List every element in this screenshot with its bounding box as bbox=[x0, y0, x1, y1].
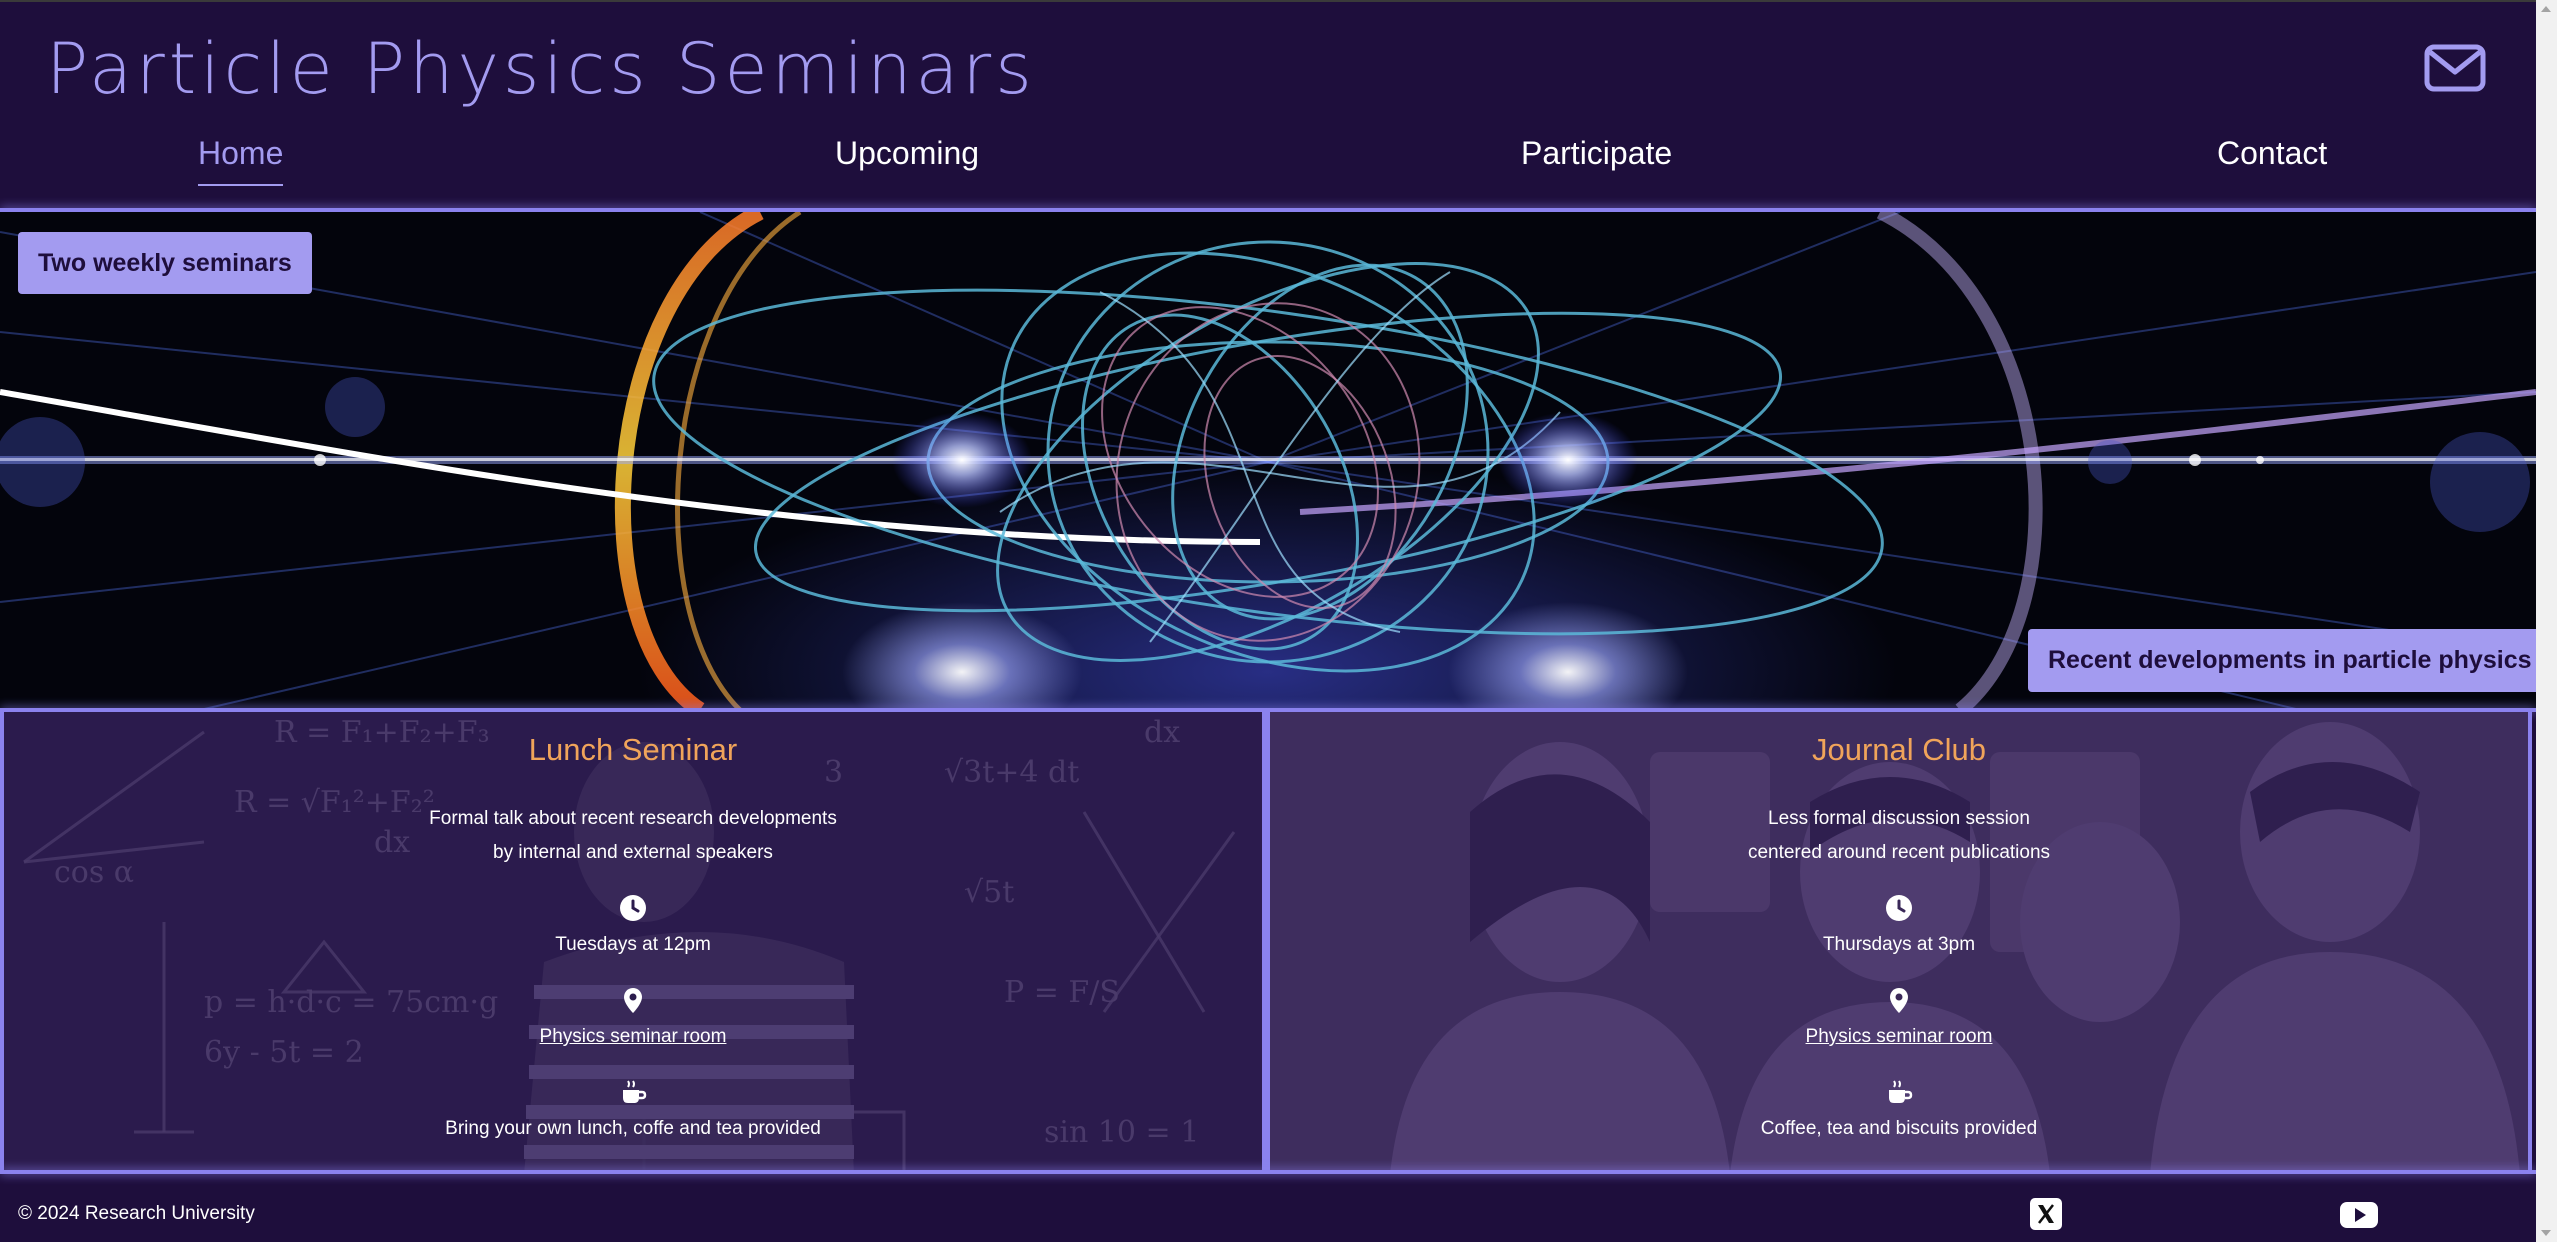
main-nav: Home Upcoming Participate Contact bbox=[0, 135, 2536, 195]
journal-club-description-line1: Less formal discussion session bbox=[1768, 808, 2030, 829]
x-twitter-icon[interactable] bbox=[2030, 1198, 2062, 1230]
envelope-icon[interactable] bbox=[2424, 44, 2486, 92]
panels-border-bottom bbox=[0, 1170, 2536, 1174]
scroll-down-arrow-icon[interactable] bbox=[2541, 1230, 2551, 1236]
youtube-icon[interactable] bbox=[2340, 1198, 2378, 1230]
nav-contact[interactable]: Contact bbox=[2217, 135, 2327, 172]
vertical-scrollbar[interactable] bbox=[2536, 0, 2557, 1242]
journal-club-location-link[interactable]: Physics seminar room bbox=[1806, 1026, 1993, 1047]
scroll-up-arrow-icon[interactable] bbox=[2541, 6, 2551, 12]
copyright-text: © 2024 Research University bbox=[18, 1203, 255, 1224]
journal-club-description-line2: centered around recent publications bbox=[1747, 842, 2051, 863]
page: Particle Physics Seminars Home Upcoming … bbox=[0, 0, 2552, 1242]
nav-participate[interactable]: Participate bbox=[1521, 135, 1672, 172]
journal-club-panel: Journal Club Less formal discussion sess… bbox=[1266, 712, 2532, 1174]
clock-icon bbox=[619, 894, 647, 922]
lunch-seminar-location-link[interactable]: Physics seminar room bbox=[540, 1026, 727, 1047]
journal-club-title: Journal Club bbox=[1811, 732, 1987, 767]
coffee-cup-icon bbox=[619, 1078, 647, 1106]
svg-text:P = F/S: P = F/S bbox=[1004, 975, 1120, 1010]
coffee-cup-icon bbox=[1885, 1078, 1913, 1106]
lunch-seminar-panel: R = F₁+F₂+F₃ R = √F₁²+F₂² cos α dx p = h… bbox=[0, 712, 1266, 1174]
clock-icon bbox=[1885, 894, 1913, 922]
site-title[interactable]: Particle Physics Seminars bbox=[46, 28, 1036, 110]
lunch-seminar-description: Formal talk about recent research develo… bbox=[4, 802, 1262, 870]
journal-club-description: Less formal discussion session centered … bbox=[1270, 802, 2528, 870]
journal-club-time: Thursdays at 3pm bbox=[1822, 934, 1976, 955]
lunch-seminar-title: Lunch Seminar bbox=[528, 732, 738, 767]
map-pin-icon bbox=[1885, 986, 1913, 1014]
nav-upcoming[interactable]: Upcoming bbox=[835, 135, 979, 172]
journal-club-refreshments: Coffee, tea and biscuits provided bbox=[1760, 1118, 2038, 1139]
svg-text:p = h·d·c = 75cm·g: p = h·d·c = 75cm·g bbox=[204, 985, 498, 1020]
lunch-seminar-refreshments: Bring your own lunch, coffe and tea prov… bbox=[445, 1118, 821, 1139]
lunch-seminar-time: Tuesdays at 12pm bbox=[555, 934, 711, 955]
svg-text:√5t: √5t bbox=[964, 875, 1014, 910]
two-weekly-seminars-badge: Two weekly seminars bbox=[18, 232, 312, 294]
nav-home[interactable]: Home bbox=[198, 135, 284, 186]
map-pin-icon bbox=[619, 986, 647, 1014]
recent-developments-badge: Recent developments in particle physics bbox=[2028, 629, 2552, 692]
lunch-seminar-description-line1: Formal talk about recent research develo… bbox=[429, 808, 837, 829]
lunch-seminar-description-line2: by internal and external speakers bbox=[493, 842, 773, 863]
